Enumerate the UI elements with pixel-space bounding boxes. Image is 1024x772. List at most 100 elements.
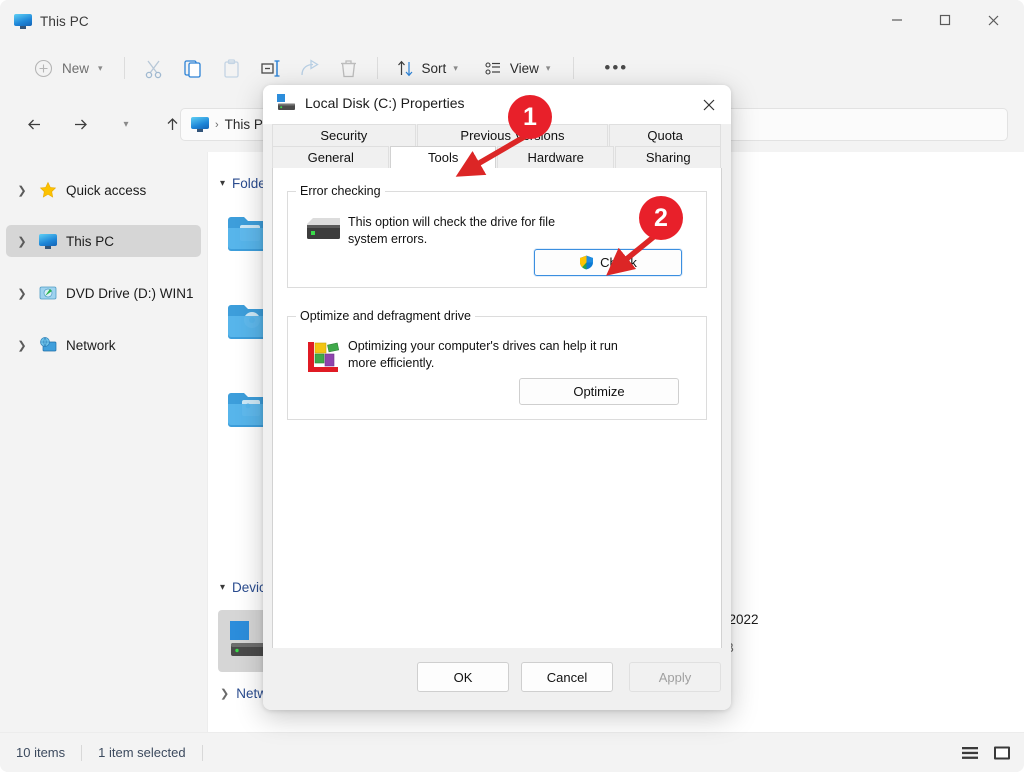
- cut-icon: [145, 60, 161, 78]
- annotation-badge-2: 2: [639, 196, 683, 240]
- annotation-badge-1: 1: [508, 95, 552, 139]
- sidebar-label: DVD Drive (D:) WIN1: [66, 285, 194, 301]
- status-divider: [81, 744, 83, 761]
- error-checking-title: Error checking: [296, 184, 385, 198]
- recent-locations-button[interactable]: ▾: [110, 108, 142, 140]
- sidebar-label: Network: [66, 337, 116, 353]
- ok-button-label: OK: [453, 669, 473, 685]
- trash-icon: [340, 59, 356, 77]
- tab-security[interactable]: Security: [272, 124, 416, 146]
- tab-general[interactable]: General: [272, 146, 390, 168]
- window-title: This PC: [40, 13, 89, 29]
- sidebar-item-network[interactable]: ❯ Network: [6, 329, 201, 361]
- share-button[interactable]: [290, 51, 329, 85]
- dvd-drive-icon: [39, 284, 57, 302]
- arrow-left-icon: [27, 119, 40, 129]
- copy-icon: [183, 59, 201, 78]
- paste-icon: [223, 58, 239, 78]
- sort-button-label: Sort: [421, 60, 447, 76]
- arrow-up-icon: [167, 117, 177, 130]
- list-view-icon[interactable]: [958, 741, 982, 765]
- network-icon: [39, 336, 57, 354]
- error-checking-description: This option will check the drive for fil…: [348, 215, 556, 246]
- breadcrumb-separator: ›: [215, 118, 219, 131]
- file-explorer-window: This PC New ▾ Sort ▾ View ▾ ••• ▾ › This…: [0, 0, 1024, 772]
- window-titlebar: This PC: [0, 0, 1024, 40]
- maximize-button[interactable]: [922, 0, 968, 40]
- uac-shield-icon: [580, 255, 594, 270]
- this-pc-icon: [191, 117, 209, 132]
- toolbar-divider-2: [376, 57, 378, 79]
- optimize-group: Optimize and defragment drive Optimizing…: [287, 309, 707, 420]
- sort-icon: [397, 60, 412, 76]
- optimize-title: Optimize and defragment drive: [296, 309, 475, 323]
- tab-label: Sharing: [645, 150, 691, 165]
- close-button[interactable]: [970, 0, 1016, 40]
- apply-button-label: Apply: [658, 669, 692, 685]
- window-title-area: This PC: [14, 8, 89, 34]
- chevron-down-icon: ▾: [98, 62, 103, 73]
- chevron-down-icon: ▾: [545, 62, 551, 73]
- new-button-label: New: [62, 60, 90, 76]
- rename-button[interactable]: [251, 51, 290, 85]
- sidebar-item-dvd-drive[interactable]: ❯ DVD Drive (D:) WIN1: [6, 277, 201, 309]
- chevron-down-icon: ▾: [123, 118, 129, 130]
- this-pc-icon: [14, 13, 32, 29]
- new-button[interactable]: New ▾: [22, 51, 115, 85]
- tab-quota[interactable]: Quota: [609, 124, 721, 146]
- chevron-right-icon[interactable]: ❯: [14, 184, 30, 197]
- cancel-button[interactable]: Cancel: [521, 662, 613, 692]
- sidebar-label: This PC: [66, 233, 115, 249]
- tab-label: Tools: [428, 150, 459, 165]
- navigation-pane: ❯ Quick access ❯ This PC ❯ DVD Drive (D:…: [0, 152, 207, 732]
- ok-button[interactable]: OK: [417, 662, 509, 692]
- dialog-close-button[interactable]: [686, 85, 731, 124]
- this-pc-icon: [39, 232, 57, 250]
- dialog-titlebar: Local Disk (C:) Properties: [263, 85, 731, 124]
- paste-button[interactable]: [212, 51, 251, 85]
- minimize-button[interactable]: [874, 0, 920, 40]
- back-button[interactable]: [18, 108, 50, 140]
- see-more-button[interactable]: •••: [595, 51, 637, 85]
- arrow-right-icon: [74, 119, 87, 129]
- chevron-right-icon[interactable]: ❯: [14, 287, 30, 300]
- chevron-down-icon[interactable]: ▾: [220, 178, 225, 189]
- chevron-down-icon: ▾: [453, 62, 458, 73]
- cut-button[interactable]: [134, 51, 173, 85]
- sidebar-label: Quick access: [66, 182, 147, 198]
- hard-disk-icon: [277, 94, 295, 110]
- status-divider-2: [201, 744, 203, 761]
- sidebar-item-quick-access[interactable]: ❯ Quick access: [6, 174, 201, 206]
- view-button[interactable]: View ▾: [475, 51, 560, 85]
- chevron-down-icon[interactable]: ▾: [220, 582, 225, 593]
- sidebar-item-this-pc[interactable]: ❯ This PC: [6, 225, 201, 257]
- sort-button[interactable]: Sort ▾: [387, 51, 467, 85]
- status-item-count: 10 items: [16, 745, 66, 760]
- tab-label: Quota: [647, 128, 683, 143]
- plus-circle-icon: [34, 59, 53, 77]
- chevron-right-icon[interactable]: ❯: [14, 235, 30, 248]
- optimize-button-label: Optimize: [573, 384, 625, 399]
- status-selection: 1 item selected: [98, 745, 186, 760]
- status-bar: 10 items 1 item selected: [0, 732, 1024, 772]
- view-icon: [485, 61, 500, 75]
- delete-button[interactable]: [329, 51, 368, 85]
- dialog-title-area: Local Disk (C:) Properties: [277, 94, 465, 111]
- forward-button[interactable]: [64, 108, 96, 140]
- apply-button: Apply: [629, 662, 721, 692]
- share-icon: [300, 58, 319, 75]
- view-button-label: View: [509, 60, 539, 76]
- tab-label: Security: [320, 128, 368, 143]
- hard-disk-icon: [307, 218, 340, 239]
- copy-button[interactable]: [173, 51, 212, 85]
- star-icon: [39, 181, 57, 199]
- details-view-icon[interactable]: [990, 741, 1014, 765]
- optimize-description: Optimizing your computer's drives can he…: [348, 339, 618, 370]
- toolbar-divider-3: [573, 57, 575, 79]
- chevron-right-icon[interactable]: ❯: [220, 687, 229, 700]
- optimize-button[interactable]: Optimize: [519, 378, 679, 405]
- tab-sharing[interactable]: Sharing: [615, 146, 721, 168]
- chevron-right-icon[interactable]: ❯: [14, 339, 30, 352]
- dialog-title: Local Disk (C:) Properties: [305, 94, 465, 111]
- toolbar-divider: [123, 57, 125, 79]
